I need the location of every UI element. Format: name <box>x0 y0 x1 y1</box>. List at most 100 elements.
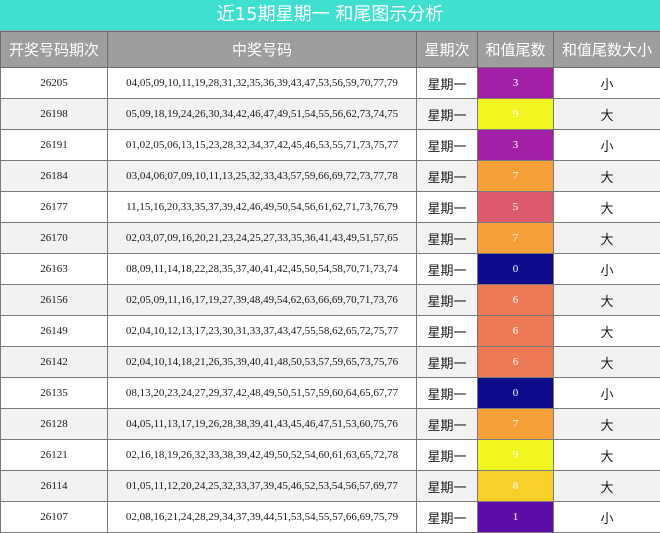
numbers-cell: 11,15,16,20,33,35,37,39,42,46,49,50,54,5… <box>108 192 417 223</box>
numbers-cell: 04,05,11,13,17,19,26,28,38,39,41,43,45,4… <box>108 409 417 440</box>
sum-tail-cell: 3 <box>478 68 554 99</box>
analysis-page: 近15期星期一 和尾图示分析 开奖号码期次 中奖号码 星期次 和值尾数 和值尾数… <box>0 0 660 532</box>
issue-cell: 26107 <box>1 502 108 533</box>
weekday-cell: 星期一 <box>417 223 478 254</box>
numbers-cell: 05,09,18,19,24,26,30,34,42,46,47,49,51,5… <box>108 99 417 130</box>
tail-size-cell: 小 <box>554 378 660 409</box>
tail-size-cell: 小 <box>554 502 660 533</box>
weekday-cell: 星期一 <box>417 161 478 192</box>
header-tail-size: 和值尾数大小 <box>554 32 660 68</box>
numbers-cell: 01,05,11,12,20,24,25,32,33,37,39,45,46,5… <box>108 471 417 502</box>
numbers-cell: 02,16,18,19,26,32,33,38,39,42,49,50,52,5… <box>108 440 417 471</box>
header-weekday: 星期次 <box>417 32 478 68</box>
issue-cell: 26114 <box>1 471 108 502</box>
table-row: 2614202,04,10,14,18,21,26,35,39,40,41,48… <box>1 347 660 378</box>
issue-cell: 26205 <box>1 68 108 99</box>
sum-tail-cell: 6 <box>478 316 554 347</box>
tail-size-cell: 大 <box>554 471 660 502</box>
weekday-cell: 星期一 <box>417 409 478 440</box>
numbers-cell: 03,04,06,07,09,10,11,13,25,32,33,43,57,5… <box>108 161 417 192</box>
issue-cell: 26128 <box>1 409 108 440</box>
issue-cell: 26142 <box>1 347 108 378</box>
tail-size-cell: 大 <box>554 440 660 471</box>
table-row: 2611401,05,11,12,20,24,25,32,33,37,39,45… <box>1 471 660 502</box>
issue-cell: 26177 <box>1 192 108 223</box>
tail-size-cell: 大 <box>554 347 660 378</box>
tail-size-cell: 大 <box>554 316 660 347</box>
issue-cell: 26163 <box>1 254 108 285</box>
sum-tail-cell: 1 <box>478 502 554 533</box>
weekday-cell: 星期一 <box>417 502 478 533</box>
table-row: 2617002,03,07,09,16,20,21,23,24,25,27,33… <box>1 223 660 254</box>
table-row: 2612804,05,11,13,17,19,26,28,38,39,41,43… <box>1 409 660 440</box>
table-row: 2618403,04,06,07,09,10,11,13,25,32,33,43… <box>1 161 660 192</box>
tail-size-cell: 大 <box>554 99 660 130</box>
issue-cell: 26170 <box>1 223 108 254</box>
weekday-cell: 星期一 <box>417 99 478 130</box>
issue-cell: 26149 <box>1 316 108 347</box>
sum-tail-cell: 0 <box>478 254 554 285</box>
issue-cell: 26191 <box>1 130 108 161</box>
issue-cell: 26135 <box>1 378 108 409</box>
sum-tail-cell: 5 <box>478 192 554 223</box>
numbers-cell: 02,05,09,11,16,17,19,27,39,48,49,54,62,6… <box>108 285 417 316</box>
numbers-cell: 08,13,20,23,24,27,29,37,42,48,49,50,51,5… <box>108 378 417 409</box>
weekday-cell: 星期一 <box>417 285 478 316</box>
table-body: 2620504,05,09,10,11,19,28,31,32,35,36,39… <box>1 68 660 533</box>
table-row: 2616308,09,11,14,18,22,28,35,37,40,41,42… <box>1 254 660 285</box>
weekday-cell: 星期一 <box>417 254 478 285</box>
issue-cell: 26121 <box>1 440 108 471</box>
tail-size-cell: 大 <box>554 161 660 192</box>
weekday-cell: 星期一 <box>417 192 478 223</box>
header-sum-tail: 和值尾数 <box>478 32 554 68</box>
issue-cell: 26184 <box>1 161 108 192</box>
table-row: 2614902,04,10,12,13,17,23,30,31,33,37,43… <box>1 316 660 347</box>
numbers-cell: 02,03,07,09,16,20,21,23,24,25,27,33,35,3… <box>108 223 417 254</box>
tail-size-cell: 小 <box>554 130 660 161</box>
weekday-cell: 星期一 <box>417 347 478 378</box>
sum-tail-cell: 0 <box>478 378 554 409</box>
header-row: 开奖号码期次 中奖号码 星期次 和值尾数 和值尾数大小 <box>1 32 660 68</box>
sum-tail-cell: 9 <box>478 99 554 130</box>
table-row: 2610702,08,16,21,24,28,29,34,37,39,44,51… <box>1 502 660 533</box>
sum-tail-cell: 6 <box>478 347 554 378</box>
results-table: 开奖号码期次 中奖号码 星期次 和值尾数 和值尾数大小 2620504,05,0… <box>0 31 660 533</box>
table-row: 2612102,16,18,19,26,32,33,38,39,42,49,50… <box>1 440 660 471</box>
numbers-cell: 04,05,09,10,11,19,28,31,32,35,36,39,43,4… <box>108 68 417 99</box>
weekday-cell: 星期一 <box>417 68 478 99</box>
table-row: 2615602,05,09,11,16,17,19,27,39,48,49,54… <box>1 285 660 316</box>
numbers-cell: 02,04,10,14,18,21,26,35,39,40,41,48,50,5… <box>108 347 417 378</box>
table-row: 2620504,05,09,10,11,19,28,31,32,35,36,39… <box>1 68 660 99</box>
sum-tail-cell: 7 <box>478 409 554 440</box>
table-row: 2613508,13,20,23,24,27,29,37,42,48,49,50… <box>1 378 660 409</box>
table-row: 2617711,15,16,20,33,35,37,39,42,46,49,50… <box>1 192 660 223</box>
numbers-cell: 02,08,16,21,24,28,29,34,37,39,44,51,53,5… <box>108 502 417 533</box>
weekday-cell: 星期一 <box>417 378 478 409</box>
tail-size-cell: 小 <box>554 68 660 99</box>
sum-tail-cell: 9 <box>478 440 554 471</box>
tail-size-cell: 大 <box>554 285 660 316</box>
sum-tail-cell: 3 <box>478 130 554 161</box>
tail-size-cell: 大 <box>554 409 660 440</box>
numbers-cell: 02,04,10,12,13,17,23,30,31,33,37,43,47,5… <box>108 316 417 347</box>
sum-tail-cell: 6 <box>478 285 554 316</box>
weekday-cell: 星期一 <box>417 440 478 471</box>
sum-tail-cell: 7 <box>478 223 554 254</box>
weekday-cell: 星期一 <box>417 471 478 502</box>
numbers-cell: 01,02,05,06,13,15,23,28,32,34,37,42,45,4… <box>108 130 417 161</box>
numbers-cell: 08,09,11,14,18,22,28,35,37,40,41,42,45,5… <box>108 254 417 285</box>
header-numbers: 中奖号码 <box>108 32 417 68</box>
sum-tail-cell: 8 <box>478 471 554 502</box>
issue-cell: 26198 <box>1 99 108 130</box>
tail-size-cell: 小 <box>554 254 660 285</box>
table-row: 2619101,02,05,06,13,15,23,28,32,34,37,42… <box>1 130 660 161</box>
sum-tail-cell: 7 <box>478 161 554 192</box>
tail-size-cell: 大 <box>554 223 660 254</box>
header-issue: 开奖号码期次 <box>1 32 108 68</box>
issue-cell: 26156 <box>1 285 108 316</box>
table-row: 2619805,09,18,19,24,26,30,34,42,46,47,49… <box>1 99 660 130</box>
tail-size-cell: 大 <box>554 192 660 223</box>
page-title: 近15期星期一 和尾图示分析 <box>0 0 660 31</box>
weekday-cell: 星期一 <box>417 130 478 161</box>
weekday-cell: 星期一 <box>417 316 478 347</box>
